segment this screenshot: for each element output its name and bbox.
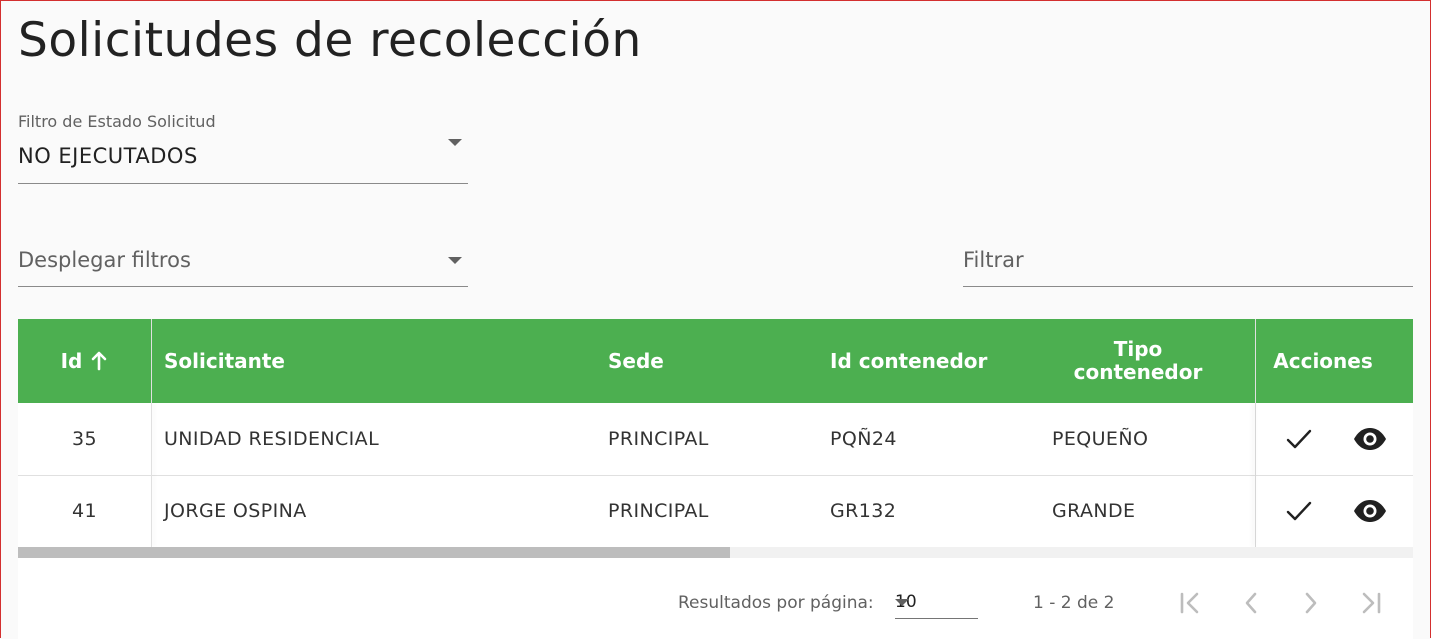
chevron-left-icon[interactable] xyxy=(1241,591,1261,615)
chevron-down-icon[interactable] xyxy=(448,257,462,264)
check-icon[interactable] xyxy=(1285,499,1313,523)
header-acciones: Acciones xyxy=(1273,349,1373,373)
desplegar-filtros-placeholder[interactable]: Desplegar filtros xyxy=(18,248,191,272)
header-tipo-contenedor-line1[interactable]: Tipo xyxy=(1114,338,1163,361)
sticky-column-divider xyxy=(1255,403,1256,547)
cell-solicitante: UNIDAD RESIDENCIAL xyxy=(164,428,380,450)
header-tipo-contenedor[interactable]: Tipo contenedor xyxy=(1038,319,1238,403)
header-solicitante[interactable]: Solicitante xyxy=(164,319,584,403)
arrow-up-icon[interactable] xyxy=(90,351,108,371)
estado-filter-label: Filtro de Estado Solicitud xyxy=(18,112,216,131)
column-divider xyxy=(1255,319,1256,403)
view-button[interactable] xyxy=(1350,419,1390,459)
page-size-label: Resultados por página: xyxy=(678,593,874,613)
chevron-right-icon[interactable] xyxy=(1301,591,1321,615)
last-page-button[interactable] xyxy=(1356,588,1386,618)
cell-tipo-contenedor: PEQUEÑO xyxy=(1052,428,1149,450)
page-title: Solicitudes de recolección xyxy=(18,13,642,68)
view-button[interactable] xyxy=(1350,491,1390,531)
chevron-down-icon[interactable] xyxy=(448,139,462,146)
cell-id-contenedor: GR132 xyxy=(830,500,897,522)
estado-filter-select[interactable]: Filtro de Estado Solicitud NO EJECUTADOS xyxy=(18,109,468,184)
next-page-button[interactable] xyxy=(1296,588,1326,618)
column-divider xyxy=(151,319,152,403)
eye-icon[interactable] xyxy=(1353,427,1387,451)
first-page-button[interactable] xyxy=(1175,588,1205,618)
scrollbar-thumb[interactable] xyxy=(18,547,730,558)
cell-tipo-contenedor: GRANDE xyxy=(1052,500,1136,522)
paginator: Resultados por página: 10 1 - 2 de 2 xyxy=(18,558,1413,639)
last-page-icon[interactable] xyxy=(1358,591,1384,615)
approve-button[interactable] xyxy=(1279,419,1319,459)
page-range: 1 - 2 de 2 xyxy=(1033,593,1115,613)
header-id-contenedor[interactable]: Id contenedor xyxy=(830,319,1030,403)
header-sede[interactable]: Sede xyxy=(608,319,808,403)
page-size-select[interactable]: 10 xyxy=(895,586,978,619)
sticky-column-divider xyxy=(151,403,152,547)
cell-id: 41 xyxy=(72,500,97,522)
cell-sede: PRINCIPAL xyxy=(608,500,709,522)
first-page-icon[interactable] xyxy=(1177,591,1203,615)
cell-sede: PRINCIPAL xyxy=(608,428,709,450)
solicitudes-table: Id Solicitante Sede Id contenedor Tipo c… xyxy=(18,319,1413,639)
estado-filter-value[interactable]: NO EJECUTADOS xyxy=(18,144,198,168)
filtrar-field[interactable] xyxy=(963,241,1413,287)
check-icon[interactable] xyxy=(1285,427,1313,451)
cell-solicitante: JORGE OSPINA xyxy=(164,500,307,522)
horizontal-scrollbar[interactable] xyxy=(18,547,1413,558)
previous-page-button[interactable] xyxy=(1236,588,1266,618)
eye-icon[interactable] xyxy=(1353,499,1387,523)
chevron-down-icon[interactable] xyxy=(895,599,909,606)
header-tipo-contenedor-line2[interactable]: contenedor xyxy=(1074,361,1203,384)
table-row[interactable]: 41 JORGE OSPINA PRINCIPAL GR132 GRANDE xyxy=(18,475,1413,548)
header-id[interactable]: Id xyxy=(18,319,151,403)
header-id-label[interactable]: Id xyxy=(61,349,83,373)
desplegar-filtros-select[interactable]: Desplegar filtros xyxy=(18,241,468,287)
cell-id-contenedor: PQÑ24 xyxy=(830,428,897,450)
cell-id: 35 xyxy=(72,428,97,450)
table-header: Id Solicitante Sede Id contenedor Tipo c… xyxy=(18,319,1413,403)
filtrar-input[interactable] xyxy=(963,248,1413,272)
approve-button[interactable] xyxy=(1279,491,1319,531)
table-row[interactable]: 35 UNIDAD RESIDENCIAL PRINCIPAL PQÑ24 PE… xyxy=(18,403,1413,476)
